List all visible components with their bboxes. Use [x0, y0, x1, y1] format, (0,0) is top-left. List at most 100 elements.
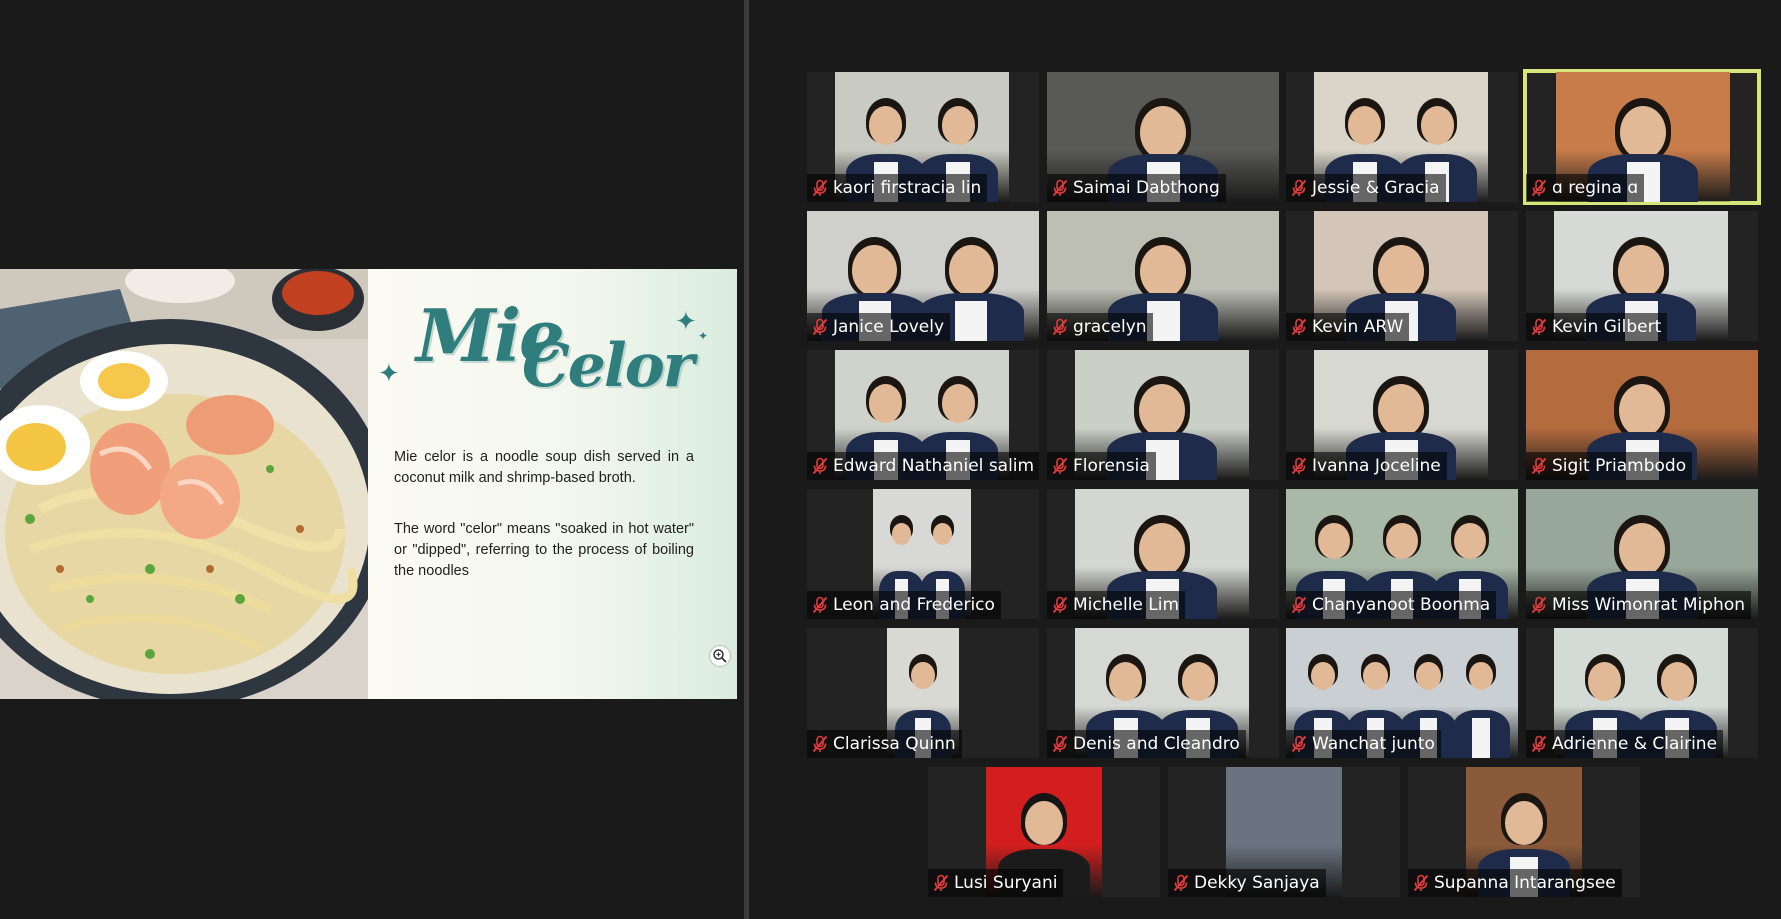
slide-text-panel: Mie Celor ✦ ✦ ✦ Mie celor is a noodle so…	[368, 269, 737, 699]
participant-tile[interactable]: Adrienne & Clairine	[1526, 628, 1758, 758]
slide-title-celor: Celor	[522, 331, 694, 401]
participant-nameplate: kaori firstracia lin	[807, 174, 988, 202]
participant-name: Jessie & Gracia	[1312, 178, 1440, 198]
participant-name: Kevin ARW	[1312, 317, 1404, 337]
participant-nameplate: Chanyanoot Boonma	[1286, 591, 1497, 619]
participant-name: Sigit Priambodo	[1552, 456, 1687, 476]
microphone-muted-icon	[1529, 456, 1549, 476]
participant-nameplate: Adrienne & Clairine	[1526, 730, 1724, 758]
participant-name: Michelle Lim	[1073, 595, 1180, 615]
microphone-muted-icon	[810, 456, 830, 476]
participant-nameplate: Kevin ARW	[1286, 313, 1410, 341]
participant-tile[interactable]: gracelyn	[1047, 211, 1279, 341]
microphone-muted-icon	[1289, 178, 1309, 198]
participant-tile[interactable]: Ivanna Joceline	[1286, 350, 1518, 480]
microphone-muted-icon	[931, 873, 951, 893]
participant-name: Chanyanoot Boonma	[1312, 595, 1491, 615]
participant-tile[interactable]: Sigit Priambodo	[1526, 350, 1758, 480]
microphone-muted-icon	[1050, 456, 1070, 476]
participant-nameplate: Clarissa Quinn	[807, 730, 962, 758]
zoom-in-icon[interactable]	[709, 645, 731, 667]
participant-nameplate: Supanna Intarangsee	[1408, 869, 1622, 897]
participant-tile[interactable]: Jessie & Gracia	[1286, 72, 1518, 202]
participant-name: Kevin Gilbert	[1552, 317, 1662, 337]
microphone-muted-icon	[810, 595, 830, 615]
participant-name: Adrienne & Clairine	[1552, 734, 1718, 754]
shared-screen-pane: Mie Celor ✦ ✦ ✦ Mie celor is a noodle so…	[0, 0, 744, 919]
participant-tile[interactable]: ɑ regina ɑ	[1523, 69, 1761, 205]
microphone-muted-icon	[810, 734, 830, 754]
noodle-soup-photo	[0, 269, 368, 699]
participant-tile[interactable]: Clarissa Quinn	[807, 628, 1039, 758]
participant-nameplate: Saimai Dabthong	[1047, 174, 1226, 202]
participant-name: Clarissa Quinn	[833, 734, 956, 754]
microphone-muted-icon	[1289, 456, 1309, 476]
participant-name: Dekky Sanjaya	[1194, 873, 1320, 893]
sparkle-icon: ✦	[675, 307, 697, 337]
microphone-muted-icon	[1529, 595, 1549, 615]
participant-nameplate: Michelle Lim	[1047, 591, 1186, 619]
participant-nameplate: ɑ regina ɑ	[1526, 174, 1645, 202]
participant-name: Edward Nathaniel salim	[833, 456, 1035, 476]
participant-tile[interactable]: Kevin Gilbert	[1526, 211, 1758, 341]
participant-name: Denis and Cleandro	[1073, 734, 1240, 754]
participant-nameplate: Edward Nathaniel salim	[807, 452, 1039, 480]
participant-name: Leon and Frederico	[833, 595, 995, 615]
participant-nameplate: Florensia	[1047, 452, 1156, 480]
participant-nameplate: Sigit Priambodo	[1526, 452, 1693, 480]
participant-name: Janice Lovely	[833, 317, 945, 337]
participant-tile[interactable]: Kevin ARW	[1286, 211, 1518, 341]
microphone-muted-icon	[1529, 317, 1549, 337]
microphone-muted-icon	[1289, 317, 1309, 337]
participant-tile[interactable]: Leon and Frederico	[807, 489, 1039, 619]
participant-name: Florensia	[1073, 456, 1150, 476]
participant-tile[interactable]: Florensia	[1047, 350, 1279, 480]
sparkle-icon: ✦	[698, 329, 709, 343]
microphone-muted-icon	[1289, 734, 1309, 754]
slide-paragraph-2: The word "celor" means "soaked in hot wa…	[394, 521, 694, 579]
participant-nameplate: Kevin Gilbert	[1526, 313, 1668, 341]
participant-figure	[1452, 646, 1511, 758]
presentation-slide: Mie Celor ✦ ✦ ✦ Mie celor is a noodle so…	[0, 269, 737, 699]
microphone-muted-icon	[810, 178, 830, 198]
participant-tile[interactable]: Dekky Sanjaya	[1168, 767, 1400, 897]
participant-nameplate: Jessie & Gracia	[1286, 174, 1446, 202]
participant-nameplate: Janice Lovely	[807, 313, 951, 341]
participant-tile[interactable]: Lusi Suryani	[928, 767, 1160, 897]
microphone-muted-icon	[1050, 734, 1070, 754]
participant-tile[interactable]: Chanyanoot Boonma	[1286, 489, 1518, 619]
microphone-muted-icon	[1050, 178, 1070, 198]
participant-name: Supanna Intarangsee	[1434, 873, 1616, 893]
participant-name: ɑ regina ɑ	[1552, 178, 1639, 198]
participant-tile[interactable]: Miss Wimonrat Miphon	[1526, 489, 1758, 619]
participant-nameplate: Dekky Sanjaya	[1168, 869, 1326, 897]
participant-name: Wanchat junto	[1312, 734, 1435, 754]
microphone-muted-icon	[1171, 873, 1191, 893]
participant-tile[interactable]: Supanna Intarangsee	[1408, 767, 1640, 897]
microphone-muted-icon	[1050, 595, 1070, 615]
microphone-muted-icon	[1289, 595, 1309, 615]
participant-name: Lusi Suryani	[954, 873, 1058, 893]
participant-nameplate: Lusi Suryani	[928, 869, 1064, 897]
participant-tile[interactable]: Denis and Cleandro	[1047, 628, 1279, 758]
participant-nameplate: gracelyn	[1047, 313, 1153, 341]
participant-tile[interactable]: kaori firstracia lin	[807, 72, 1039, 202]
microphone-muted-icon	[1529, 178, 1549, 198]
participant-name: Miss Wimonrat Miphon	[1552, 595, 1746, 615]
participant-name: Saimai Dabthong	[1073, 178, 1220, 198]
participant-nameplate: Denis and Cleandro	[1047, 730, 1246, 758]
participant-name: kaori firstracia lin	[833, 178, 982, 198]
participant-tile[interactable]: Janice Lovely	[807, 211, 1039, 341]
slide-paragraph-1: Mie celor is a noodle soup dish served i…	[394, 449, 694, 486]
participant-nameplate: Leon and Frederico	[807, 591, 1001, 619]
participant-gallery: kaori firstracia lin Saimai Dabthong Jessi…	[749, 0, 1781, 919]
participant-nameplate: Wanchat junto	[1286, 730, 1441, 758]
participant-nameplate: Miss Wimonrat Miphon	[1526, 591, 1752, 619]
sparkle-icon: ✦	[378, 359, 400, 389]
microphone-muted-icon	[1050, 317, 1070, 337]
participant-tile[interactable]: Michelle Lim	[1047, 489, 1279, 619]
microphone-muted-icon	[1529, 734, 1549, 754]
participant-tile[interactable]: Wanchat junto	[1286, 628, 1518, 758]
participant-tile[interactable]: Saimai Dabthong	[1047, 72, 1279, 202]
participant-tile[interactable]: Edward Nathaniel salim	[807, 350, 1039, 480]
